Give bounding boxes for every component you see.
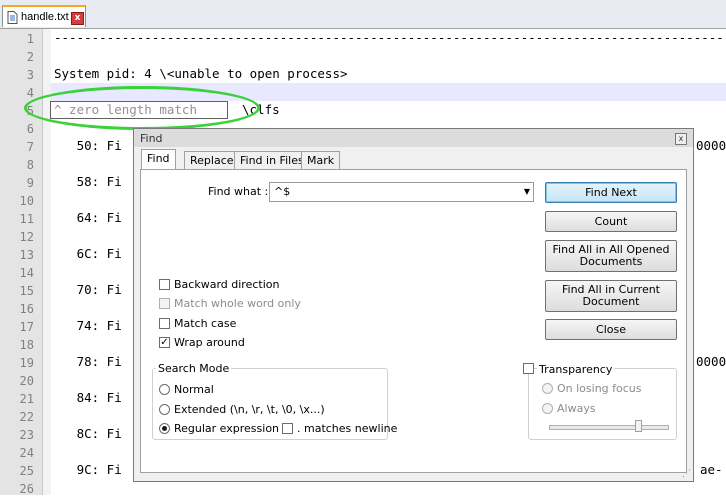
- editor-line-17: 74: Fi: [54, 318, 122, 333]
- search-mode-title: Search Mode: [156, 362, 232, 375]
- editor-line-25: 9C: Fi: [54, 462, 122, 477]
- editor-line-25-tail: ae-: [700, 462, 723, 477]
- editor-line-13: 6C: Fi: [54, 246, 122, 261]
- line-number: 17: [19, 320, 34, 334]
- line-number: 23: [19, 428, 34, 442]
- find-dialog: Find x Find Replace Find in Files Mark F…: [133, 128, 694, 482]
- dialog-close-icon[interactable]: x: [675, 133, 687, 145]
- line-number: 21: [19, 392, 34, 406]
- line-number: 16: [19, 302, 34, 316]
- dialog-titlebar[interactable]: Find x: [134, 129, 693, 147]
- close-label: Close: [596, 322, 626, 336]
- tab-find-in-files[interactable]: Find in Files: [234, 151, 310, 169]
- editor-line-23: 8C: Fi: [54, 426, 122, 441]
- line-number: 2: [26, 50, 34, 64]
- line-number: 18: [19, 338, 34, 352]
- transparency-checkbox[interactable]: [523, 363, 534, 374]
- file-tab-label: handle.txt: [21, 11, 69, 23]
- count-button[interactable]: Count: [545, 211, 677, 232]
- extended-radio[interactable]: [159, 404, 170, 415]
- find-what-value: ^$: [274, 185, 291, 198]
- line-number: 4: [26, 86, 34, 100]
- editor-line-1: ----------------------------------------…: [54, 30, 726, 45]
- chevron-down-icon[interactable]: ▼: [524, 187, 530, 196]
- regex-radio[interactable]: [159, 423, 170, 434]
- match-whole-word-label: Match whole word only: [174, 297, 301, 310]
- match-whole-word-checkbox: [159, 298, 170, 309]
- line-number: 11: [19, 212, 34, 226]
- file-icon: [7, 11, 18, 24]
- match-case-checkbox[interactable]: [159, 318, 170, 329]
- editor-line-19: 78: Fi: [54, 354, 122, 369]
- editor-line-9: 58: Fi: [54, 174, 122, 189]
- transparency-label: Transparency: [537, 363, 615, 376]
- resize-grip-icon[interactable]: ⋰: [682, 469, 691, 479]
- line-number: 12: [19, 230, 34, 244]
- line-number: 20: [19, 374, 34, 388]
- editor-line-11: 64: Fi: [54, 210, 122, 225]
- tab-bar: handle.txt x: [0, 0, 726, 29]
- find-what-combobox[interactable]: ^$ ▼: [269, 182, 534, 202]
- match-case-label: Match case: [174, 317, 237, 330]
- line-number: 8: [26, 158, 34, 172]
- line-number: 25: [19, 464, 34, 478]
- line-number: 14: [19, 266, 34, 280]
- wrap-around-label: Wrap around: [174, 336, 245, 349]
- transparency-slider-thumb: [635, 420, 642, 432]
- find-all-current-label-2: Document: [582, 295, 640, 308]
- always-label: Always: [557, 402, 596, 415]
- line-number: 6: [26, 122, 34, 136]
- editor-line-7-tail: 0000: [696, 138, 726, 153]
- line-number: 15: [19, 284, 34, 298]
- on-losing-focus-radio: [542, 383, 553, 394]
- transparency-slider-track: [549, 425, 669, 430]
- line-number: 26: [19, 482, 34, 496]
- tab-close-icon[interactable]: x: [71, 12, 84, 25]
- find-all-opened-label-2: Documents: [579, 255, 643, 268]
- line-number: 1: [26, 32, 34, 46]
- dialog-title: Find: [140, 132, 163, 145]
- regex-label: Regular expression: [174, 422, 280, 435]
- line-number: 13: [19, 248, 34, 262]
- line-number: 3: [26, 68, 34, 82]
- extended-label: Extended (\n, \r, \t, \0, \x...): [174, 403, 325, 416]
- line-number: 24: [19, 446, 34, 460]
- line-number: 10: [19, 194, 34, 208]
- tab-replace[interactable]: Replace: [184, 151, 240, 169]
- editor-line-21: 84: Fi: [54, 390, 122, 405]
- always-radio: [542, 403, 553, 414]
- count-label: Count: [594, 214, 628, 228]
- file-tab[interactable]: handle.txt x: [2, 5, 86, 27]
- normal-label: Normal: [174, 383, 214, 396]
- find-what-label: Find what :: [208, 185, 269, 198]
- matches-newline-checkbox[interactable]: [282, 423, 293, 434]
- tab-mark[interactable]: Mark: [301, 151, 341, 169]
- annotation-highlight-ellipse: [24, 86, 260, 130]
- line-number: 9: [26, 176, 34, 190]
- wrap-around-checkbox[interactable]: ✓: [159, 337, 170, 348]
- on-losing-focus-label: On losing focus: [557, 382, 642, 395]
- close-button[interactable]: Close: [545, 319, 677, 340]
- find-all-opened-button[interactable]: Find All in All Opened Documents: [545, 240, 677, 272]
- line-number: 19: [19, 356, 34, 370]
- editor-line-15: 70: Fi: [54, 282, 122, 297]
- find-next-button[interactable]: Find Next: [545, 182, 677, 203]
- matches-newline-label: . matches newline: [297, 422, 398, 435]
- line-number: 7: [26, 140, 34, 154]
- backward-direction-label: Backward direction: [174, 278, 280, 291]
- editor-line-19-tail: 0000: [696, 354, 726, 369]
- backward-direction-checkbox[interactable]: [159, 279, 170, 290]
- find-next-label: Find Next: [585, 185, 637, 199]
- find-all-current-button[interactable]: Find All in Current Document: [545, 280, 677, 312]
- line-number: 22: [19, 410, 34, 424]
- editor-line-3: System pid: 4 \<unable to open process>: [54, 66, 348, 81]
- find-panel: Find what : ^$ ▼ Find Next Count Find Al…: [140, 169, 687, 473]
- tab-find[interactable]: Find: [141, 149, 176, 170]
- normal-radio[interactable]: [159, 384, 170, 395]
- editor-line-7: 50: Fi: [54, 138, 122, 153]
